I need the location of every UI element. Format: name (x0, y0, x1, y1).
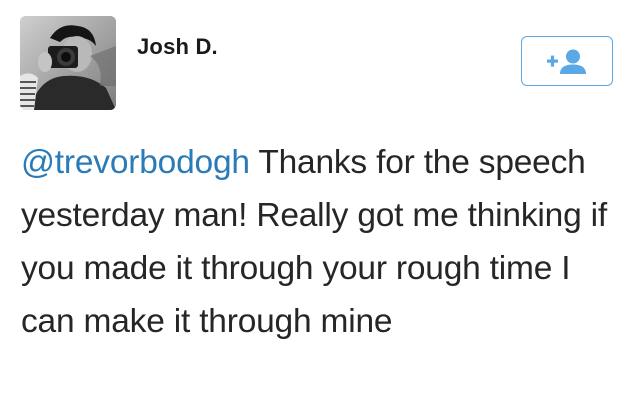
avatar[interactable] (20, 16, 116, 110)
tweet-card: Josh D. @trevorbodogh Thanks for the spe… (0, 0, 633, 405)
follow-user-plus-icon (547, 49, 586, 74)
follow-button[interactable] (521, 36, 613, 86)
tweet-text: @trevorbodogh Thanks for the speech yest… (21, 136, 621, 348)
mention-link[interactable]: @trevorbodogh (21, 144, 250, 181)
avatar-photo (20, 16, 116, 110)
author-name[interactable]: Josh D. (137, 34, 229, 60)
